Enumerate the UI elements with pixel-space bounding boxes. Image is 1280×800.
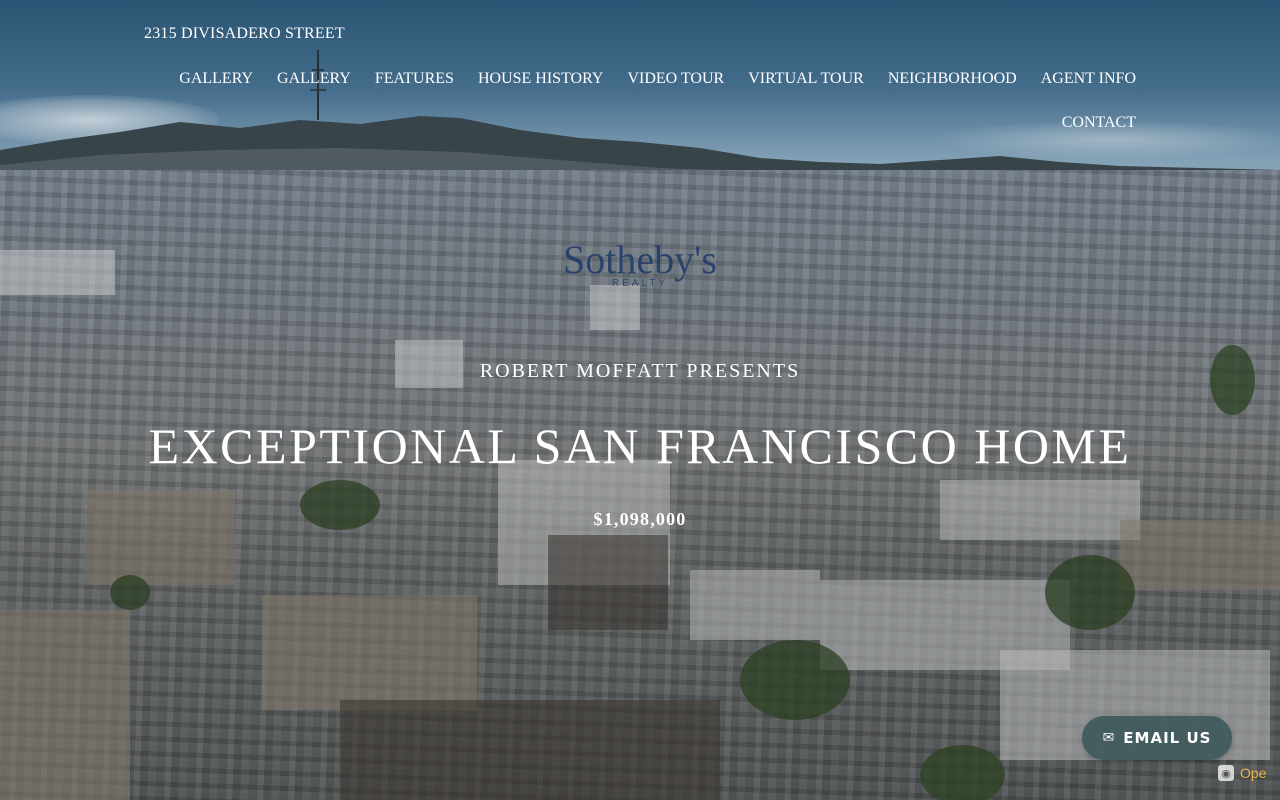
nav-link-virtual-tour[interactable]: VIRTUAL TOUR xyxy=(724,68,864,90)
main-nav: GALLERY GALLERY FEATURES HOUSE HISTORY V… xyxy=(150,68,1136,134)
nav-link-house-history[interactable]: HOUSE HISTORY xyxy=(454,68,604,90)
nav-link-neighborhood[interactable]: NEIGHBORHOOD xyxy=(864,68,1017,90)
nav-link-features[interactable]: FEATURES xyxy=(351,68,454,90)
brokerage-logo: Sotheby's REALTY xyxy=(540,237,740,290)
camera-icon: ◉ xyxy=(1218,765,1234,781)
listing-price: $1,098,000 xyxy=(593,509,687,529)
hero-headline: EXCEPTIONAL SAN FRANCISCO HOME xyxy=(148,418,1132,474)
logo-subtitle: REALTY xyxy=(611,278,669,289)
nav-link-gallery-2[interactable]: GALLERY xyxy=(253,68,351,90)
nav-link-contact[interactable]: CONTACT xyxy=(1038,112,1136,134)
site-title-link[interactable]: 2315 DIVISADERO STREET xyxy=(144,25,345,43)
email-us-label: EMAIL US xyxy=(1123,729,1212,747)
provider-badge-label: Ope xyxy=(1240,765,1267,781)
presenter-text: ROBERT MOFFATT PRESENTS xyxy=(479,360,801,382)
hero-section: 2315 DIVISADERO STREET GALLERY GALLERY F… xyxy=(0,0,1280,800)
logo-wordmark: Sotheby's xyxy=(563,237,717,282)
nav-link-video-tour[interactable]: VIDEO TOUR xyxy=(603,68,724,90)
nav-link-agent-info[interactable]: AGENT INFO xyxy=(1017,68,1136,90)
envelope-icon: ✉ xyxy=(1102,730,1116,746)
provider-badge[interactable]: ◉ Ope xyxy=(1218,763,1266,783)
nav-link-gallery[interactable]: GALLERY xyxy=(179,68,253,90)
email-us-button[interactable]: ✉ EMAIL US xyxy=(1082,716,1232,760)
